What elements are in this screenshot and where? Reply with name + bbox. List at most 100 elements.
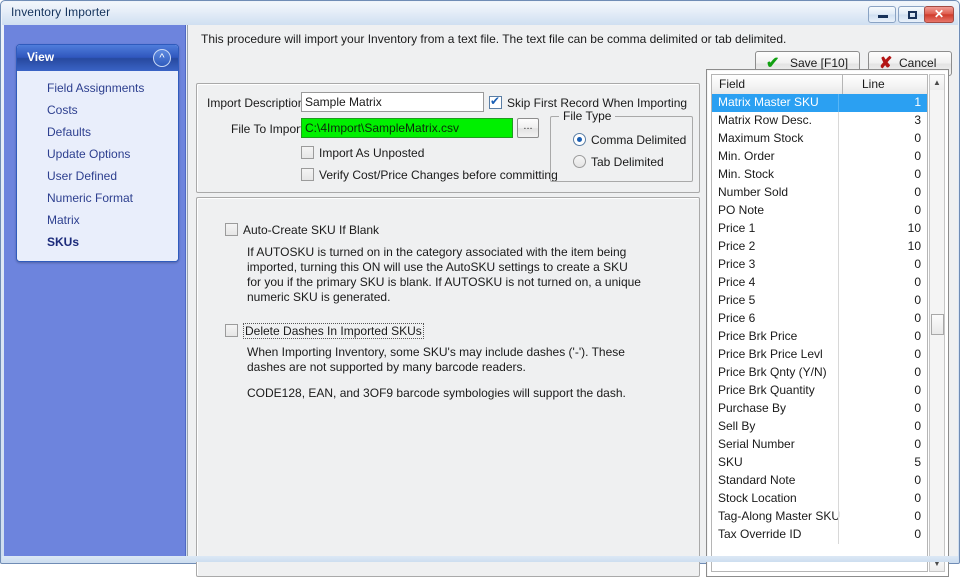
collapse-button[interactable]: ^: [153, 49, 171, 67]
cell-divider: [838, 508, 839, 526]
cell-field: Serial Number: [718, 437, 795, 451]
cell-divider: [838, 346, 839, 364]
cell-line: 0: [914, 167, 921, 181]
table-row[interactable]: Number Sold 0: [712, 184, 927, 202]
cell-field: Price 2: [718, 239, 756, 253]
minimize-button[interactable]: [868, 6, 896, 23]
table-row[interactable]: Min. Stock 0: [712, 166, 927, 184]
cell-divider: [838, 400, 839, 418]
cell-line: 0: [914, 131, 921, 145]
cell-line: 0: [914, 401, 921, 415]
browse-button[interactable]: ...: [517, 118, 539, 138]
import-description-input[interactable]: [301, 92, 484, 112]
table-row[interactable]: Price 1 10: [712, 220, 927, 238]
cell-line: 0: [914, 365, 921, 379]
cell-line: 0: [914, 311, 921, 325]
cell-divider: [838, 436, 839, 454]
table-body[interactable]: Matrix Master SKU 1 Matrix Row Desc. 3 Maxim…: [711, 94, 928, 572]
window-bottom-strip: [2, 556, 958, 562]
table-row[interactable]: Sell By 0: [712, 418, 927, 436]
table-row[interactable]: Standard Note 0: [712, 472, 927, 490]
table-scrollbar[interactable]: ▲ ▼: [929, 74, 945, 572]
import-as-unposted-checkbox[interactable]: Import As Unposted: [301, 146, 424, 160]
table-row[interactable]: Price 6 0: [712, 310, 927, 328]
table-row[interactable]: Price 2 10: [712, 238, 927, 256]
view-nav-list: Field Assignments Costs Defaults Update …: [17, 71, 178, 261]
cell-divider: [838, 418, 839, 436]
scroll-up-icon[interactable]: ▲: [930, 75, 944, 90]
cell-field: PO Note: [718, 203, 765, 217]
maximize-button[interactable]: [898, 6, 926, 23]
cell-field: Matrix Row Desc.: [718, 113, 813, 127]
table-row[interactable]: Price Brk Price 0: [712, 328, 927, 346]
file-to-import-input[interactable]: [301, 118, 513, 138]
scrollbar-thumb[interactable]: [931, 314, 944, 335]
cell-line: 10: [907, 221, 921, 235]
cell-field: Price Brk Price Levl: [718, 347, 823, 361]
cell-field: Purchase By: [718, 401, 787, 415]
table-header: Field Line: [711, 74, 928, 95]
close-button[interactable]: ✕: [924, 6, 954, 23]
intro-text: This procedure will import your Inventor…: [201, 32, 787, 46]
column-header-line[interactable]: Line: [862, 77, 885, 91]
checkbox-box: [225, 324, 238, 337]
sidebar-item-numeric-format[interactable]: Numeric Format: [17, 187, 178, 209]
table-row[interactable]: Matrix Master SKU 1: [712, 94, 927, 112]
verify-changes-checkbox[interactable]: Verify Cost/Price Changes before committ…: [301, 168, 558, 182]
chevron-up-icon: ^: [159, 52, 165, 64]
table-row[interactable]: PO Note 0: [712, 202, 927, 220]
radio-tab-delimited-label: Tab Delimited: [591, 155, 664, 169]
checkbox-box-checked: [489, 93, 502, 109]
sidebar-item-field-assignments[interactable]: Field Assignments: [17, 77, 178, 99]
sidebar-item-costs[interactable]: Costs: [17, 99, 178, 121]
radio-comma-delimited[interactable]: Comma Delimited: [573, 133, 686, 147]
table-row[interactable]: Tag-Along Master SKU 0: [712, 508, 927, 526]
cell-divider: [838, 328, 839, 346]
cell-field: SKU: [718, 455, 743, 469]
table-row[interactable]: SKU 5: [712, 454, 927, 472]
checkbox-box: [301, 146, 314, 159]
sidebar-item-matrix[interactable]: Matrix: [17, 209, 178, 231]
minimize-icon: [878, 15, 888, 18]
table-row[interactable]: Purchase By 0: [712, 400, 927, 418]
cell-divider: [838, 148, 839, 166]
cell-line: 0: [914, 149, 921, 163]
table-row[interactable]: Matrix Row Desc. 3: [712, 112, 927, 130]
sidebar-item-defaults[interactable]: Defaults: [17, 121, 178, 143]
cell-field: Price 3: [718, 257, 756, 271]
cell-divider: [838, 490, 839, 508]
table-row[interactable]: Maximum Stock 0: [712, 130, 927, 148]
table-row[interactable]: Price Brk Quantity 0: [712, 382, 927, 400]
column-header-field[interactable]: Field: [719, 77, 745, 91]
radio-tab-delimited[interactable]: Tab Delimited: [573, 155, 664, 169]
cell-divider: [838, 184, 839, 202]
table-row[interactable]: Price 3 0: [712, 256, 927, 274]
table-row[interactable]: Price Brk Price Levl 0: [712, 346, 927, 364]
cell-divider: [838, 454, 839, 472]
cell-field: Price Brk Qnty (Y/N): [718, 365, 827, 379]
cell-line: 0: [914, 275, 921, 289]
cell-line: 0: [914, 203, 921, 217]
table-row[interactable]: Min. Order 0: [712, 148, 927, 166]
table-row[interactable]: Stock Location 0: [712, 490, 927, 508]
sidebar-item-user-defined[interactable]: User Defined: [17, 165, 178, 187]
cell-divider: [838, 274, 839, 292]
table-row[interactable]: Tax Override ID 0: [712, 526, 927, 544]
sidebar-item-update-options[interactable]: Update Options: [17, 143, 178, 165]
cell-line: 5: [914, 455, 921, 469]
cell-divider: [838, 382, 839, 400]
table-row[interactable]: Price 4 0: [712, 274, 927, 292]
delete-dashes-checkbox[interactable]: Delete Dashes In Imported SKUs: [225, 323, 424, 339]
table-row[interactable]: Price 5 0: [712, 292, 927, 310]
cell-line: 0: [914, 491, 921, 505]
skip-first-record-checkbox[interactable]: Skip First Record When Importing: [489, 93, 687, 110]
sidebar: View ^ Field Assignments Costs Defaults …: [4, 25, 186, 558]
view-panel-title: View: [27, 50, 55, 64]
cell-field: Number Sold: [718, 185, 789, 199]
import-settings-group: Import Description: File To Import: ... …: [196, 83, 700, 193]
sidebar-item-skus[interactable]: SKUs: [17, 231, 178, 253]
auto-create-sku-checkbox[interactable]: Auto-Create SKU If Blank: [225, 223, 379, 237]
table-row[interactable]: Serial Number 0: [712, 436, 927, 454]
table-row[interactable]: Price Brk Qnty (Y/N) 0: [712, 364, 927, 382]
cell-field: Stock Location: [718, 491, 797, 505]
